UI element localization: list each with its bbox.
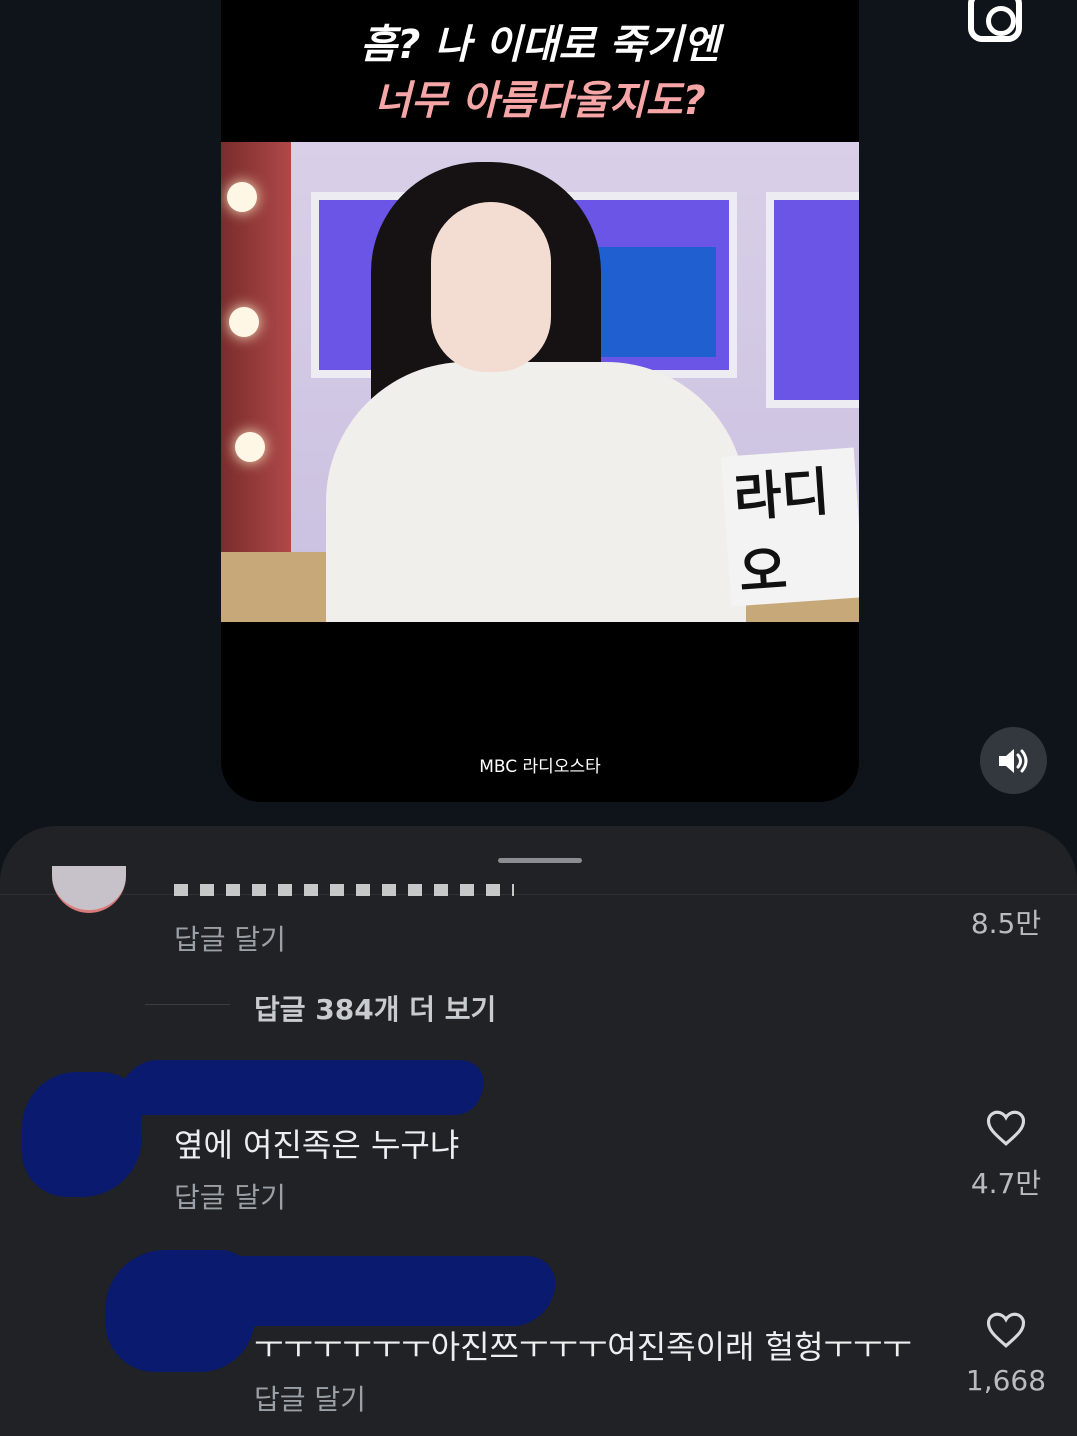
- comment-text: 옆에 여진족은 누구냐: [174, 1126, 460, 1164]
- light-bulb: [227, 182, 257, 212]
- video-player[interactable]: 흠? 나 이대로 죽기엔 너무 아름다울지도? 라디오 MBC 라디오스타: [221, 0, 859, 802]
- set-pillar: [221, 142, 291, 622]
- redaction-mark: [147, 1256, 568, 1326]
- redaction-mark: [107, 1060, 498, 1115]
- sheet-drag-handle[interactable]: [498, 858, 582, 863]
- view-more-replies[interactable]: 답글 384개 더 보기: [254, 988, 496, 1028]
- replies-divider: [145, 1004, 230, 1005]
- comments-sheet[interactable]: 답글 달기 8.5만 답글 384개 더 보기 옆에 여진족은 누구냐 답글 달…: [0, 826, 1077, 1436]
- avatar[interactable]: [52, 866, 126, 913]
- volume-icon: [998, 748, 1027, 773]
- video-frame: 라디오: [221, 142, 859, 622]
- reply-button[interactable]: 답글 달기: [174, 918, 286, 958]
- volume-button[interactable]: [980, 727, 1047, 794]
- show-sign: 라디오: [720, 447, 859, 607]
- reply-button[interactable]: 답글 달기: [254, 1378, 366, 1418]
- person-face: [431, 202, 551, 372]
- like-count: 1,668: [965, 1364, 1047, 1397]
- like-count: 4.7만: [970, 1167, 1042, 1200]
- heart-icon[interactable]: [985, 1310, 1027, 1350]
- video-caption-line1: 흠? 나 이대로 죽기엔: [360, 22, 720, 68]
- camera-icon[interactable]: [968, 0, 1022, 42]
- reply-button[interactable]: 답글 달기: [174, 1176, 286, 1216]
- like-count: 8.5만: [970, 907, 1042, 940]
- set-panel: [766, 192, 859, 408]
- sheet-divider: [0, 894, 1077, 895]
- video-caption-line2: 너무 아름다울지도?: [374, 78, 706, 124]
- person-jacket: [326, 362, 746, 622]
- set-panel-blue: [596, 247, 716, 357]
- light-bulb: [235, 432, 265, 462]
- comment-text: ㅜㅜㅜㅜㅜㅜ아진쯔ㅜㅜㅜ여진족이래 헐헝ㅜㅜㅜ: [254, 1328, 912, 1366]
- light-bulb: [229, 307, 259, 337]
- heart-icon[interactable]: [985, 1108, 1027, 1148]
- comment-text-cutoff: [174, 884, 514, 896]
- video-watermark: MBC 라디오스타: [479, 757, 601, 777]
